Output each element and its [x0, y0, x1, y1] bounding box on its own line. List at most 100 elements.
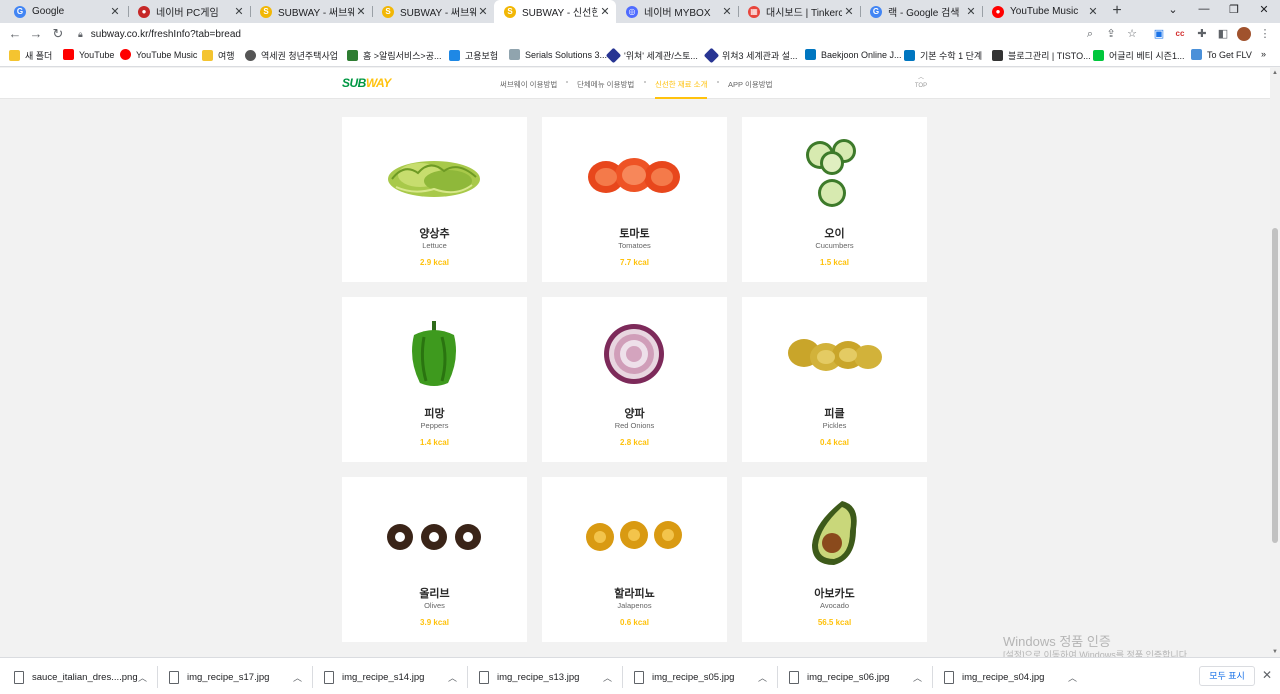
- bookmark-witcher3-world[interactable]: 위쳐3 세계관과 설...: [703, 47, 797, 64]
- bookmark-folder-travel[interactable]: 여행: [202, 49, 235, 62]
- download-item[interactable]: sauce_italian_dres....png ︿: [14, 668, 154, 686]
- extensions-icon[interactable]: ✚: [1195, 27, 1209, 41]
- ingredient-name-ko: 양파: [624, 408, 645, 420]
- subway-logo[interactable]: SUBWAY: [342, 76, 391, 90]
- close-icon[interactable]: ✕: [1262, 668, 1272, 682]
- chevron-up-icon[interactable]: ︿: [293, 671, 302, 684]
- logo-text: SUB: [342, 76, 366, 90]
- top-button[interactable]: ︿ TOP: [913, 74, 929, 90]
- tab-title: YouTube Music: [1010, 6, 1079, 17]
- profile-avatar[interactable]: [1237, 27, 1251, 41]
- bookmark-basic-math[interactable]: 기본 수학 1 단계: [904, 49, 982, 62]
- tab-youtube-music[interactable]: ● YouTube Music ✕: [982, 0, 1104, 23]
- chevron-up-icon[interactable]: ︿: [758, 671, 767, 684]
- sidepanel-icon[interactable]: ◧: [1216, 27, 1230, 41]
- scrollbar-thumb[interactable]: [1272, 228, 1278, 543]
- download-item[interactable]: img_recipe_s05.jpg ︿: [634, 668, 774, 686]
- bookmark-youth-housing[interactable]: 역세권 청년주택사업: [245, 49, 338, 62]
- close-icon[interactable]: ✕: [232, 5, 246, 18]
- restore-button[interactable]: ❐: [1224, 3, 1244, 16]
- share-icon[interactable]: ⇪: [1104, 27, 1118, 41]
- ingredient-card-peppers: 피망 Peppers 1.4 kcal: [342, 297, 527, 462]
- close-window-button[interactable]: ✕: [1254, 3, 1274, 16]
- mybox-icon: ◎: [626, 5, 638, 18]
- zoom-icon[interactable]: ⌕: [1083, 27, 1097, 41]
- scroll-up-icon[interactable]: ▲: [1270, 70, 1280, 76]
- tab-strip: G Google ✕ ● 네이버 PC게임 ✕ S SUBWAY - 써브웨이 …: [0, 0, 1280, 23]
- youtube-music-icon: ●: [992, 5, 1004, 18]
- chevron-up-icon[interactable]: ︿: [448, 671, 457, 684]
- download-item[interactable]: img_recipe_s17.jpg ︿: [169, 668, 309, 686]
- url-text[interactable]: subway.co.kr/freshInfo?tab=bread: [91, 29, 241, 40]
- forward-icon[interactable]: →: [28, 26, 44, 41]
- bookmark-witcher-story[interactable]: '위쳐' 세계관/스토...: [605, 47, 698, 64]
- bookmark-star-icon[interactable]: ☆: [1125, 27, 1139, 41]
- naver-game-icon: ●: [138, 5, 150, 18]
- ingredient-name-ko: 피클: [824, 408, 845, 420]
- bookmark-alert-service[interactable]: 홈 >알림서비스>공...: [347, 49, 441, 62]
- ingredient-kcal: 0.6 kcal: [620, 618, 649, 627]
- download-item[interactable]: img_recipe_s14.jpg ︿: [324, 668, 464, 686]
- back-icon[interactable]: ←: [7, 26, 23, 41]
- bookmark-youtube[interactable]: YouTube: [63, 49, 114, 60]
- subway-icon: S: [382, 5, 394, 18]
- show-all-downloads-button[interactable]: 모두 표시: [1199, 666, 1255, 686]
- tab-title: 랙 - Google 검색: [888, 8, 960, 19]
- tab-subway-2[interactable]: S SUBWAY - 써브웨이 이 ✕: [372, 0, 494, 23]
- bookmark-baekjoon[interactable]: Baekjoon Online J...: [805, 49, 902, 60]
- close-icon[interactable]: ✕: [720, 5, 734, 18]
- cc-extension-icon[interactable]: cc: [1173, 27, 1187, 41]
- tab-google[interactable]: G Google ✕: [4, 0, 126, 23]
- close-icon[interactable]: ✕: [1086, 5, 1100, 18]
- lettuce-icon: [388, 161, 480, 197]
- nav-how-to-use[interactable]: 써브웨이 이용방법: [500, 79, 557, 90]
- top-label: TOP: [914, 83, 928, 89]
- chevron-up-icon[interactable]: ︿: [603, 671, 612, 684]
- new-tab-button[interactable]: +: [1108, 2, 1126, 20]
- file-icon: [169, 670, 179, 684]
- close-icon[interactable]: ✕: [108, 5, 122, 18]
- bookmark-ugly-betty[interactable]: 어글리 베티 시즌1...: [1093, 49, 1184, 62]
- bookmarks-overflow-icon[interactable]: »: [1261, 49, 1266, 59]
- lock-icon[interactable]: 🔒︎: [78, 29, 83, 40]
- logo-text-accent: WAY: [365, 76, 391, 90]
- reload-icon[interactable]: ↻: [50, 26, 66, 42]
- translate-extension-icon[interactable]: ▣: [1152, 27, 1166, 41]
- tab-title: 네이버 PC게임: [156, 8, 219, 19]
- download-item[interactable]: img_recipe_s04.jpg ︿: [944, 668, 1084, 686]
- tab-tinkercad[interactable]: ▦ 대시보드 | Tinkercad ✕: [738, 0, 860, 23]
- minimize-button[interactable]: —: [1194, 3, 1214, 15]
- code-icon: [904, 50, 915, 61]
- tab-google-search[interactable]: G 랙 - Google 검색 ✕: [860, 0, 982, 23]
- bookmark-to-get-flv[interactable]: To Get FLV: [1191, 49, 1252, 60]
- download-item[interactable]: img_recipe_s06.jpg ︿: [789, 668, 929, 686]
- bookmark-folder-new[interactable]: 새 폴더: [9, 49, 52, 62]
- menu-icon[interactable]: ⋮: [1258, 27, 1272, 41]
- tab-search-icon[interactable]: ⌄: [1163, 3, 1183, 16]
- page-scrollbar[interactable]: ▲ ▼: [1270, 68, 1280, 657]
- bookmark-tistory-blog[interactable]: 블로그관리 | TISTO...: [992, 49, 1091, 62]
- chevron-up-icon[interactable]: ︿: [138, 671, 147, 684]
- lh-icon: [347, 50, 358, 61]
- nav-app-guide[interactable]: APP 이용방법: [728, 79, 773, 90]
- close-icon[interactable]: ✕: [476, 5, 490, 18]
- close-icon[interactable]: ✕: [598, 5, 612, 18]
- close-icon[interactable]: ✕: [842, 5, 856, 18]
- bookmark-employment-insurance[interactable]: 고용보험: [449, 49, 498, 62]
- close-icon[interactable]: ✕: [964, 5, 978, 18]
- address-bar[interactable]: 🔒︎ subway.co.kr/freshInfo?tab=bread: [72, 25, 1072, 43]
- bookmark-serials-solutions[interactable]: Serials Solutions 3...: [509, 49, 607, 60]
- tab-naver-mybox[interactable]: ◎ 네이버 MYBOX ✕: [616, 0, 738, 23]
- chevron-up-icon[interactable]: ︿: [1068, 671, 1077, 684]
- download-item[interactable]: img_recipe_s13.jpg ︿: [479, 668, 619, 686]
- serials-icon: [509, 49, 520, 60]
- close-icon[interactable]: ✕: [354, 5, 368, 18]
- nav-group-menu[interactable]: 단체메뉴 이용방법: [577, 79, 634, 90]
- bookmark-youtube-music[interactable]: YouTube Music: [120, 49, 197, 60]
- scroll-down-icon[interactable]: ▼: [1270, 649, 1280, 655]
- tab-subway-fresh-active[interactable]: S SUBWAY - 신선한 재료 ✕: [494, 0, 616, 23]
- nav-fresh-ingredients[interactable]: 신선한 재료 소개: [655, 79, 708, 99]
- tab-naver-pc-game[interactable]: ● 네이버 PC게임 ✕: [128, 0, 250, 23]
- tab-subway-1[interactable]: S SUBWAY - 써브웨이 이 ✕: [250, 0, 372, 23]
- chevron-up-icon[interactable]: ︿: [913, 671, 922, 684]
